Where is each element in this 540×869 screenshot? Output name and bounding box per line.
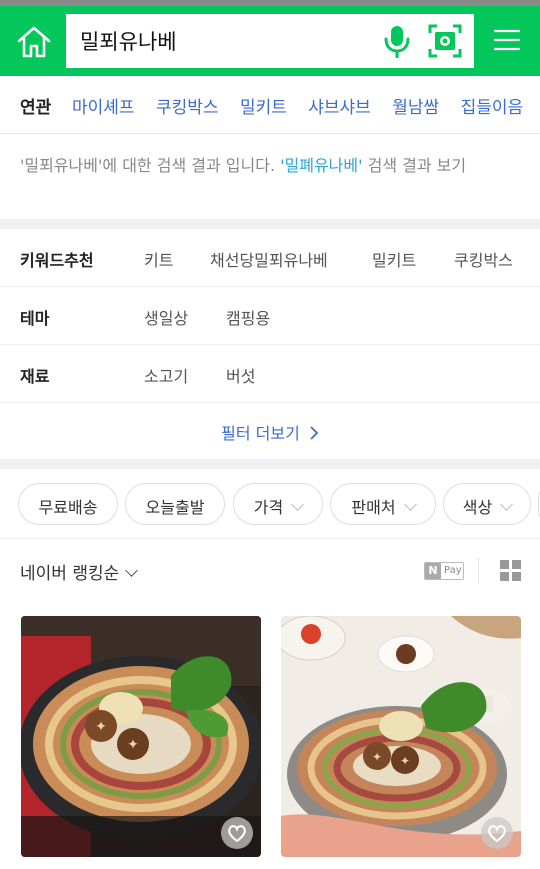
chip-seller[interactable]: 판매처 [330,483,436,525]
filter-title: 재료 [20,367,50,386]
svg-text:✦: ✦ [372,750,382,764]
chip-label: 색상 [462,498,493,517]
filter-option[interactable]: 채선당밀푀유나베 [210,247,328,271]
related-item[interactable]: 월남쌈 [392,98,439,118]
status-shade [0,0,540,6]
filter-option[interactable]: 밀키트 [372,247,416,271]
top-search-bar [0,0,540,76]
chip-free-shipping[interactable]: 무료배송 [18,483,118,525]
search-notice: '밀푀유나베'에 대한 검색 결과 입니다. '밀폐유나베' 검색 결과 보기 [0,135,540,219]
chevron-down-icon [125,564,139,577]
grid-view-icon[interactable] [500,560,521,581]
chip-price[interactable]: 가격 [233,483,323,525]
chip-today-ship[interactable]: 오늘출발 [125,483,225,525]
related-item[interactable]: 집들이음 [461,98,524,118]
notice-text-tail[interactable]: 검색 결과 보기 [363,156,467,175]
chip-label: 판매처 [351,498,396,517]
related-label: 연관 [20,98,52,118]
sort-row: 네이버 랭킹순 N Pay [0,540,540,600]
hamburger-menu-icon[interactable] [492,28,522,52]
camera-search-icon[interactable] [428,24,462,58]
related-item[interactable]: 마이셰프 [72,98,135,118]
filter-option[interactable]: 생일상 [144,305,188,329]
filter-option[interactable]: 버섯 [226,363,255,387]
npay-label: Pay [444,565,462,576]
filter-option[interactable]: 캠핑용 [226,305,270,329]
svg-text:✦: ✦ [127,737,139,753]
filter-row-ingredient: 재료 소고기 버섯 [0,345,540,403]
npay-n-mark: N [425,563,441,579]
filter-title: 키워드추천 [20,251,94,270]
chip-label: 무료배송 [38,498,98,517]
svg-text:✦: ✦ [95,719,107,735]
filter-option[interactable]: 소고기 [144,363,188,387]
chevron-right-icon [310,426,319,440]
heart-icon[interactable] [481,817,513,849]
chip-label: 오늘출발 [145,498,205,517]
chip-color[interactable]: 색상 [443,483,531,525]
related-item[interactable]: 쿠킹박스 [156,98,219,118]
product-card[interactable]: ✦ ✦ [281,616,521,857]
home-icon[interactable] [14,24,54,60]
filter-option[interactable]: 키트 [144,247,173,271]
suggested-query-link[interactable]: '밀폐유나베' [280,156,362,175]
section-divider [0,459,540,469]
chevron-down-icon [291,498,305,511]
related-searches: 연관 마이셰프 쿠킹박스 밀키트 샤브샤브 월남쌈 집들이음 [0,76,540,134]
chevron-down-icon [500,498,514,511]
filter-option[interactable]: 쿠킹박스 [454,247,513,271]
filter-title: 테마 [20,309,50,328]
search-box [66,14,474,68]
divider [478,558,479,584]
section-divider [0,219,540,229]
microphone-icon[interactable] [382,24,412,59]
filter-row-keyword: 키워드추천 키트 채선당밀푀유나베 밀키트 쿠킹박스 [0,229,540,287]
chip-label: 가격 [253,498,284,517]
npay-filter-button[interactable]: N Pay [424,562,464,580]
quick-filter-chips: 무료배송 오늘출발 가격 판매처 색상 [0,469,540,539]
chevron-down-icon [403,498,417,511]
sort-label: 네이버 랭킹순 [20,564,120,584]
heart-icon[interactable] [221,817,253,849]
related-item[interactable]: 밀키트 [240,98,287,118]
search-input[interactable] [80,26,360,56]
filter-row-theme: 테마 생일상 캠핑용 [0,287,540,345]
notice-text: '밀푀유나베'에 대한 검색 결과 입니다. [20,156,281,175]
filter-more-button[interactable]: 필터 더보기 [0,403,540,459]
related-item[interactable]: 샤브샤브 [308,98,371,118]
product-card[interactable]: ✦ ✦ [21,616,261,857]
filter-more-label: 필터 더보기 [221,424,300,443]
sort-dropdown[interactable]: 네이버 랭킹순 [20,559,139,584]
svg-text:✦: ✦ [400,754,410,768]
